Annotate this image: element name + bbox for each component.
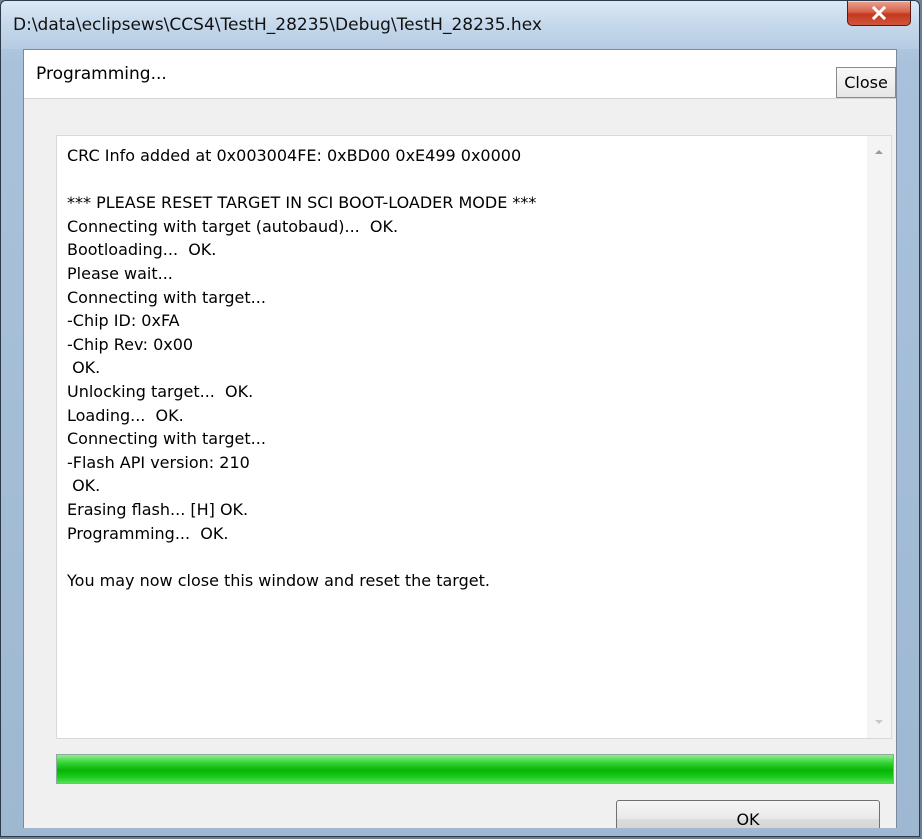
log-output-text: CRC Info added at 0x003004FE: 0xBD00 0xE… [67,146,537,590]
title-bar[interactable]: D:\data\eclipsews\CCS4\TestH_28235\Debug… [1,1,919,49]
status-bar: Programming... Close [24,50,896,99]
scroll-down-button[interactable] [867,710,891,734]
window-close-button[interactable] [847,1,911,26]
status-text: Programming... [36,64,167,84]
scroll-up-arrow-icon [875,150,883,154]
log-output-panel[interactable]: CRC Info added at 0x003004FE: 0xBD00 0xE… [56,135,892,739]
progress-bar-fill [57,755,893,783]
window-title: D:\data\eclipsews\CCS4\TestH_28235\Debug… [13,15,542,35]
progress-bar [56,754,894,784]
scroll-down-arrow-icon [875,720,883,724]
scroll-up-button[interactable] [867,140,891,164]
log-scrollbar[interactable] [867,136,891,738]
dialog-client-area: Programming... Close CRC Info added at 0… [23,49,897,836]
close-icon [871,6,887,20]
window-frame-bottom [1,828,919,836]
programming-dialog-window: D:\data\eclipsews\CCS4\TestH_28235\Debug… [0,0,920,837]
close-button[interactable]: Close [836,67,896,98]
